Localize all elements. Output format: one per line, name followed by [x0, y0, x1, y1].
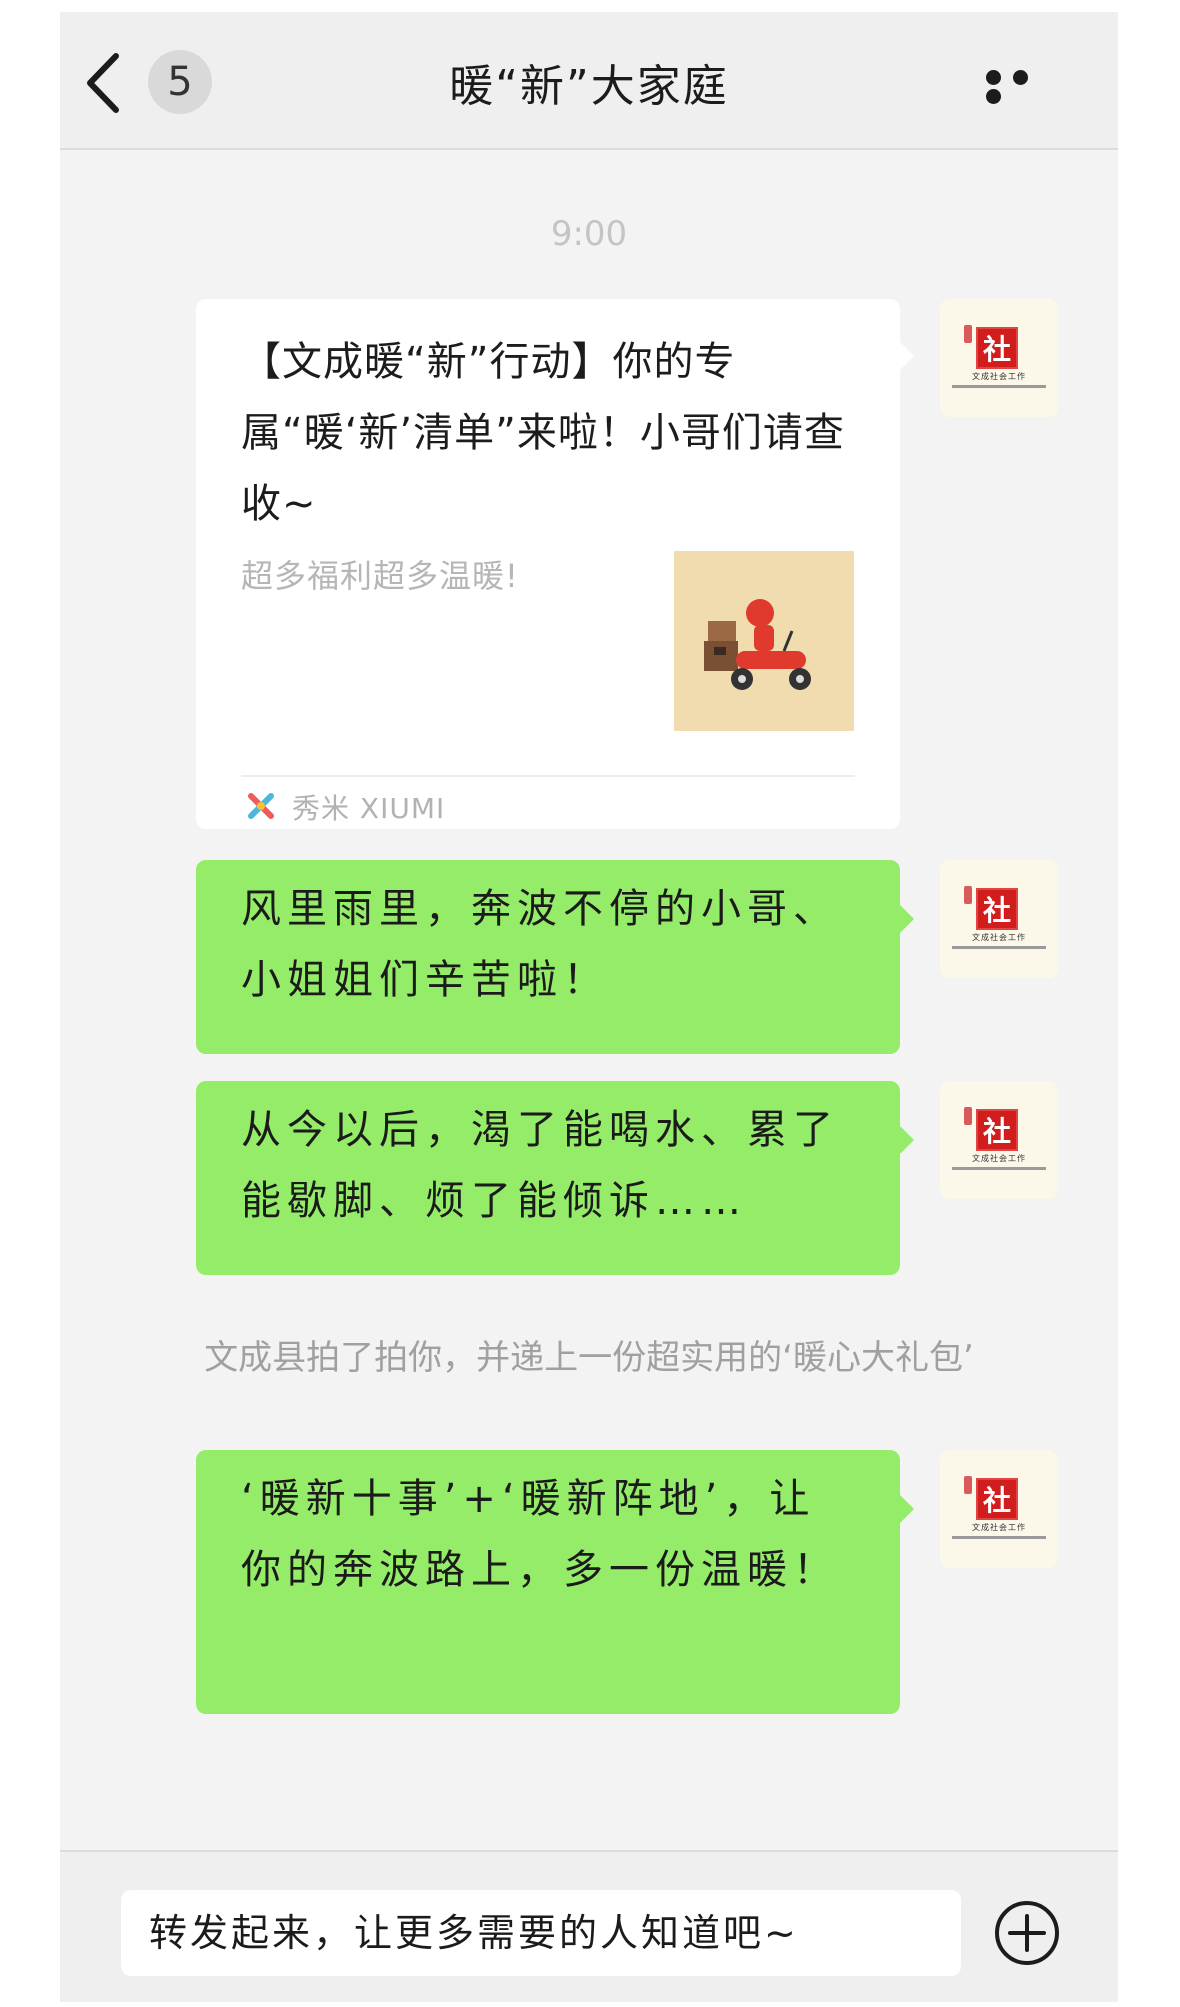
- chat-header: 5 暖“新”大家庭: [60, 12, 1118, 150]
- article-title: 【文成暖“新”行动】你的专属“暖‘新’清单”来啦！小哥们请查收~: [241, 339, 845, 527]
- add-circle-icon[interactable]: [992, 1898, 1062, 1968]
- article-card-message[interactable]: 【文成暖“新”行动】你的专属“暖‘新’清单”来啦！小哥们请查收~ 超多福利超多温…: [196, 299, 900, 829]
- avatar[interactable]: 社 文成社会工作: [940, 1450, 1058, 1568]
- xiumi-logo-icon: [248, 793, 274, 819]
- delivery-scooter-illustration: [674, 551, 854, 731]
- input-bar: 转发起来，让更多需要的人知道吧~: [60, 1850, 1118, 2002]
- avatar[interactable]: 社 文成社会工作: [940, 860, 1058, 978]
- more-dots-icon[interactable]: [986, 70, 1066, 104]
- article-source: 秀米 XIUMI: [292, 792, 446, 825]
- message-input[interactable]: 转发起来，让更多需要的人知道吧~: [121, 1890, 961, 1976]
- message-bubble[interactable]: ‘暖新十事’+‘暖新阵地’，让你的奔波路上，多一份温暖！: [196, 1450, 900, 1714]
- bubble-tail: [900, 342, 914, 370]
- message-timestamp: 9:00: [550, 214, 628, 254]
- bubble-tail: [900, 905, 914, 933]
- article-description: 超多福利超多温暖!: [241, 557, 519, 595]
- message-bubble[interactable]: 从今以后，渴了能喝水、累了能歇脚、烦了能倾诉……: [196, 1081, 900, 1275]
- avatar[interactable]: 社 文成社会工作: [940, 299, 1058, 417]
- message-bubble[interactable]: 风里雨里，奔波不停的小哥、小姐姐们辛苦啦！: [196, 860, 900, 1054]
- system-notice: 文成县拍了拍你，并递上一份超实用的‘暖心大礼包’: [204, 1338, 974, 1378]
- chat-window: 5 暖“新”大家庭 9:00 【文成暖“新”行动】你的专属“暖‘新’清单”来啦！…: [60, 12, 1118, 2002]
- bubble-tail: [900, 1126, 914, 1154]
- bubble-tail: [900, 1495, 914, 1523]
- avatar[interactable]: 社 文成社会工作: [940, 1081, 1058, 1199]
- card-divider: [241, 775, 855, 777]
- chat-title: 暖“新”大家庭: [449, 61, 729, 112]
